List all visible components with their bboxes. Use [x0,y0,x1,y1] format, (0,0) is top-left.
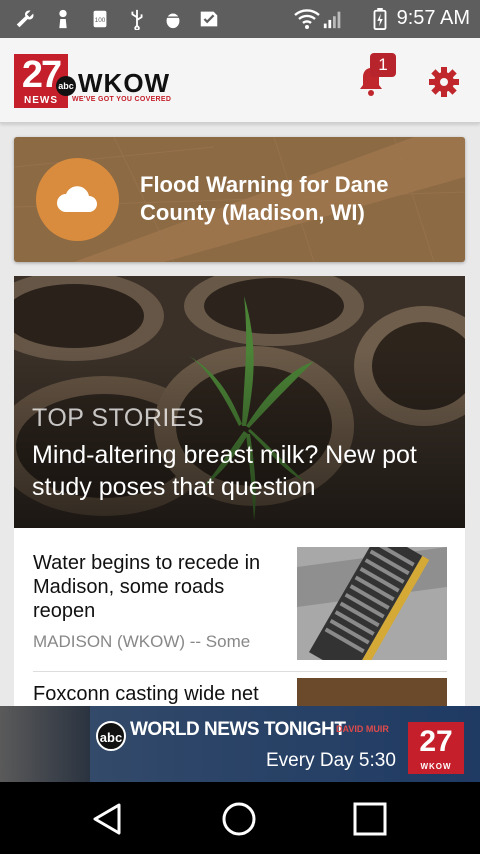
ad-anchor-photo [0,706,90,782]
alert-icon-circle [36,158,119,241]
story-title[interactable]: Foxconn casting wide net [33,683,283,706]
checkbox-icon [200,11,218,27]
status-time: 9:57 AM [396,7,470,29]
recent-apps-icon[interactable] [351,800,389,838]
storm-drain-image [297,547,447,660]
story-thumbnail[interactable] [297,547,447,660]
cloud-icon [57,186,97,212]
notification-count-badge: 1 [370,53,396,77]
story-list: Water begins to recede in Madison, some … [14,528,465,706]
station-logo[interactable]: 27 NEWS abc WKOW WE'VE GOT YOU COVERED [14,54,186,108]
story-thumbnail[interactable] [297,678,447,706]
top-story-card[interactable]: TOP STORIES Mind-altering breast milk? N… [14,276,465,528]
ad-schedule: Every Day 5:30 [266,750,396,771]
story-title[interactable]: Water begins to recede in Madison, some … [33,551,283,623]
flood-warning-card[interactable]: Flood Warning for Dane County (Madison, … [14,137,465,262]
usb-icon [131,9,143,30]
android-nav-bar [0,782,480,854]
logo-news: NEWS [14,94,68,108]
wifi-icon [294,9,320,29]
settings-gear-icon[interactable] [428,66,460,98]
app-header: 27 NEWS abc WKOW WE'VE GOT YOU COVERED 1 [0,38,480,123]
chess-pawn-icon [59,9,67,29]
abc-logo-icon: abc [56,76,76,96]
ad-station-number: 27 [419,725,453,758]
abc-logo-icon: abc [96,721,126,751]
logo-tagline: WE'VE GOT YOU COVERED [72,96,172,103]
logo-station-name: WKOW [78,68,171,98]
top-story-headline[interactable]: Mind-altering breast milk? New pot study… [32,439,442,503]
section-label: TOP STORIES [32,404,205,432]
ad-anchor-name: DAVID MUIR [336,724,389,734]
ad-station-name: WKOW [420,762,452,771]
svg-text:100: 100 [95,17,106,24]
back-icon[interactable] [89,800,127,838]
storage-100-icon: 100 [93,10,107,28]
story-snippet: MADISON (WKOW) -- Some [33,632,251,651]
list-divider [33,671,447,672]
ad-title: WORLD NEWS TONIGHT [130,719,346,740]
ad-station-logo: 27 WKOW [408,722,464,774]
status-bar: 100 9:57 AM [0,0,480,38]
battery-charging-icon [373,8,387,30]
android-debug-icon [165,13,181,29]
wrench-icon [16,10,34,28]
ad-banner[interactable]: abc WORLD NEWS TONIGHT DAVID MUIR Every … [0,706,480,782]
alert-title: Flood Warning for Dane County (Madison, … [140,172,389,225]
home-icon[interactable] [220,800,258,838]
cell-signal-icon [323,11,341,29]
